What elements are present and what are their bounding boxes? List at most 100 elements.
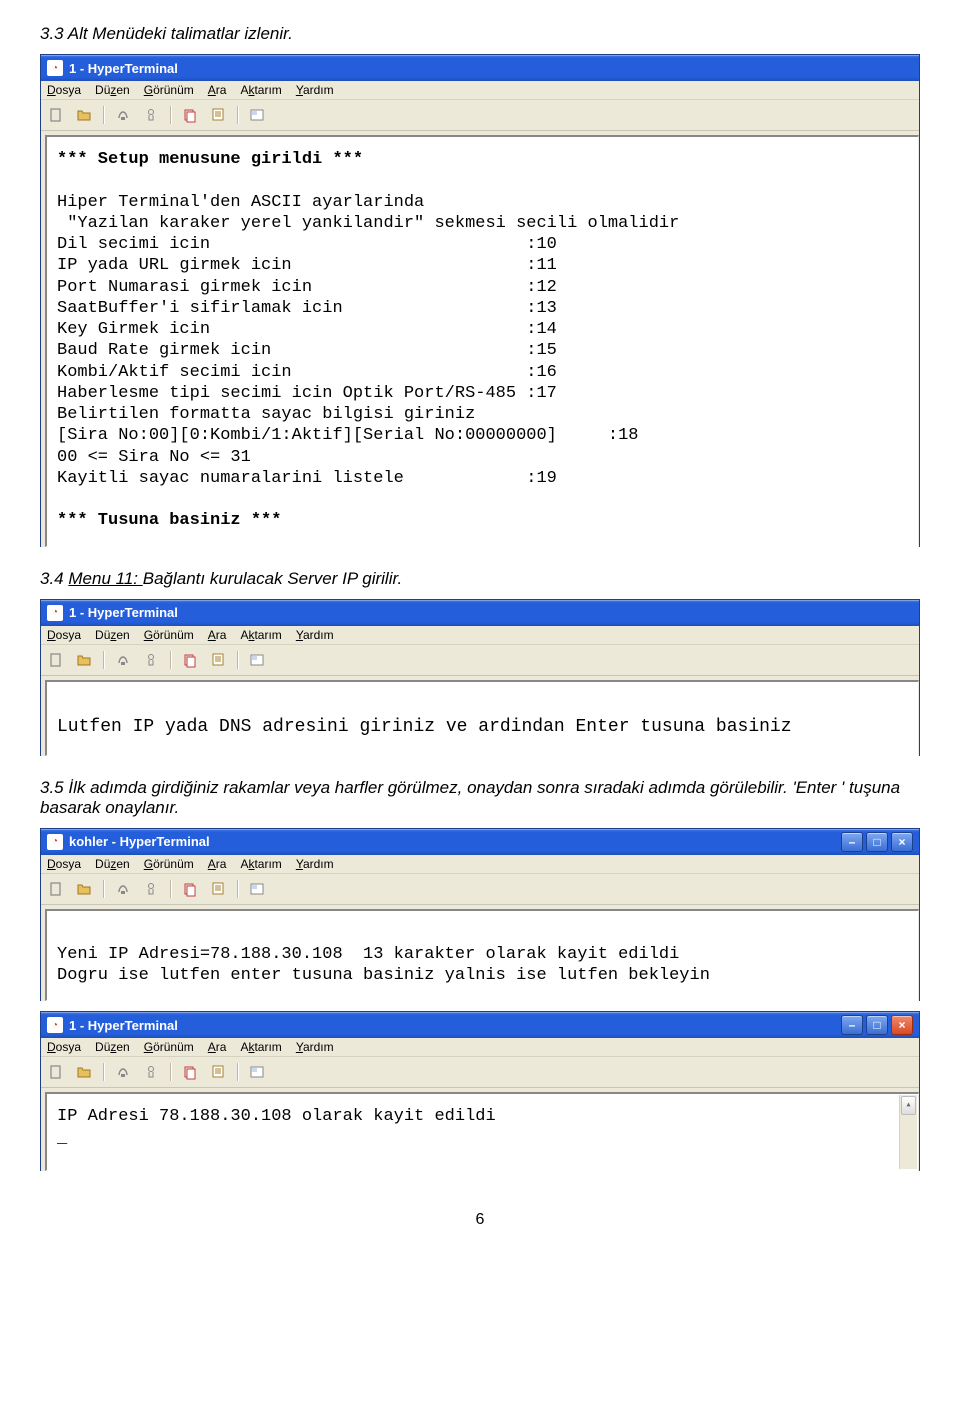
disconnect-icon[interactable]: [142, 880, 160, 898]
menu-aktarim[interactable]: Aktarım: [240, 857, 281, 871]
menu-duzen[interactable]: Düzen: [95, 1040, 130, 1054]
doc-step-3-3: 3.3 Alt Menüdeki talimatlar izlenir.: [40, 24, 920, 44]
new-file-icon[interactable]: [47, 106, 65, 124]
terminal-frame: Lutfen IP yada DNS adresini giriniz ve a…: [41, 676, 919, 756]
menu-gorunum[interactable]: Görünüm: [144, 628, 194, 642]
menu-duzen[interactable]: Düzen: [95, 83, 130, 97]
connect-icon[interactable]: [114, 1063, 132, 1081]
send-icon[interactable]: [181, 880, 199, 898]
connect-icon[interactable]: [114, 106, 132, 124]
receive-icon[interactable]: [209, 880, 227, 898]
properties-icon[interactable]: [248, 1063, 266, 1081]
properties-icon[interactable]: [248, 880, 266, 898]
properties-icon[interactable]: [248, 651, 266, 669]
menu-dosya[interactable]: Dosya: [47, 83, 81, 97]
toolbar: [41, 100, 919, 131]
titlebar[interactable]: ◔ kohler - HyperTerminal – □ ×: [41, 829, 919, 855]
close-button[interactable]: ×: [891, 1015, 913, 1035]
window-title: 1 - HyperTerminal: [69, 1018, 178, 1033]
titlebar[interactable]: ◔ 1 - HyperTerminal – □ ×: [41, 1012, 919, 1038]
menu-yardim[interactable]: Yardım: [296, 1040, 334, 1054]
disconnect-icon[interactable]: [142, 106, 160, 124]
separator: [170, 106, 171, 124]
open-folder-icon[interactable]: [75, 106, 93, 124]
app-icon: ◔: [47, 834, 63, 850]
receive-icon[interactable]: [209, 106, 227, 124]
open-folder-icon[interactable]: [75, 880, 93, 898]
titlebar[interactable]: ◔ 1 - HyperTerminal: [41, 600, 919, 626]
close-button[interactable]: ×: [891, 832, 913, 852]
menu-yardim[interactable]: Yardım: [296, 83, 334, 97]
maximize-button[interactable]: □: [866, 1015, 888, 1035]
open-folder-icon[interactable]: [75, 651, 93, 669]
menu-dosya[interactable]: Dosya: [47, 857, 81, 871]
terminal-output[interactable]: IP Adresi 78.188.30.108 olarak kayit edi…: [45, 1092, 919, 1171]
titlebar[interactable]: ◔ 1 - HyperTerminal: [41, 55, 919, 81]
window-title: 1 - HyperTerminal: [69, 605, 178, 620]
window-title: kohler - HyperTerminal: [69, 834, 210, 849]
hyperterminal-window-2: ◔ 1 - HyperTerminal Dosya Düzen Görünüm …: [40, 599, 920, 756]
menu-gorunum[interactable]: Görünüm: [144, 857, 194, 871]
menu-gorunum[interactable]: Görünüm: [144, 83, 194, 97]
app-icon: ◔: [47, 605, 63, 621]
open-folder-icon[interactable]: [75, 1063, 93, 1081]
disconnect-icon[interactable]: [142, 1063, 160, 1081]
app-icon: ◔: [47, 60, 63, 76]
separator: [103, 880, 104, 898]
disconnect-icon[interactable]: [142, 651, 160, 669]
terminal-body: Yeni IP Adresi=78.188.30.108 13 karakter…: [57, 945, 710, 985]
separator: [103, 651, 104, 669]
separator: [237, 651, 238, 669]
properties-icon[interactable]: [248, 106, 266, 124]
menu-duzen[interactable]: Düzen: [95, 628, 130, 642]
menu-aktarim[interactable]: Aktarım: [240, 1040, 281, 1054]
menu-ara[interactable]: Ara: [208, 628, 227, 642]
doc-step-3-5: 3.5 İlk adımda girdiğiniz rakamlar veya …: [40, 778, 920, 818]
maximize-button[interactable]: □: [866, 832, 888, 852]
minimize-button[interactable]: –: [841, 832, 863, 852]
doc-step-3-4: 3.4 Menu 11: Bağlantı kurulacak Server I…: [40, 569, 920, 589]
send-icon[interactable]: [181, 106, 199, 124]
menu-dosya[interactable]: Dosya: [47, 628, 81, 642]
menu-duzen[interactable]: Düzen: [95, 857, 130, 871]
app-icon: ◔: [47, 1017, 63, 1033]
terminal-output[interactable]: Yeni IP Adresi=78.188.30.108 13 karakter…: [45, 909, 919, 1002]
separator: [237, 880, 238, 898]
new-file-icon[interactable]: [47, 1063, 65, 1081]
menu-yardim[interactable]: Yardım: [296, 628, 334, 642]
minimize-button[interactable]: –: [841, 1015, 863, 1035]
menu-aktarim[interactable]: Aktarım: [240, 628, 281, 642]
receive-icon[interactable]: [209, 651, 227, 669]
separator: [103, 106, 104, 124]
connect-icon[interactable]: [114, 880, 132, 898]
terminal-bold-line: *** Setup menusune girildi ***: [57, 150, 363, 169]
menu-gorunum[interactable]: Görünüm: [144, 1040, 194, 1054]
menu-yardim[interactable]: Yardım: [296, 857, 334, 871]
terminal-frame: *** Setup menusune girildi *** Hiper Ter…: [41, 131, 919, 547]
hyperterminal-window-4: ◔ 1 - HyperTerminal – □ × Dosya Düzen Gö…: [40, 1011, 920, 1171]
menu-dosya[interactable]: Dosya: [47, 1040, 81, 1054]
menu-ara[interactable]: Ara: [208, 1040, 227, 1054]
window-title: 1 - HyperTerminal: [69, 61, 178, 76]
toolbar: [41, 874, 919, 905]
scroll-up-arrow[interactable]: ▴: [901, 1096, 916, 1115]
menubar: Dosya Düzen Görünüm Ara Aktarım Yardım: [41, 626, 919, 645]
vertical-scrollbar[interactable]: ▴ ▾: [899, 1095, 917, 1169]
toolbar: [41, 1057, 919, 1088]
connect-icon[interactable]: [114, 651, 132, 669]
new-file-icon[interactable]: [47, 880, 65, 898]
terminal-body: Lutfen IP yada DNS adresini giriniz ve a…: [57, 717, 792, 737]
menu-ara[interactable]: Ara: [208, 83, 227, 97]
menu-aktarim[interactable]: Aktarım: [240, 83, 281, 97]
toolbar: [41, 645, 919, 676]
terminal-frame: Yeni IP Adresi=78.188.30.108 13 karakter…: [41, 905, 919, 1002]
new-file-icon[interactable]: [47, 651, 65, 669]
send-icon[interactable]: [181, 1063, 199, 1081]
menu-ara[interactable]: Ara: [208, 857, 227, 871]
send-icon[interactable]: [181, 651, 199, 669]
receive-icon[interactable]: [209, 1063, 227, 1081]
terminal-output[interactable]: *** Setup menusune girildi *** Hiper Ter…: [45, 135, 919, 547]
terminal-body: IP Adresi 78.188.30.108 olarak kayit edi…: [57, 1107, 496, 1147]
separator: [170, 1063, 171, 1081]
terminal-output[interactable]: Lutfen IP yada DNS adresini giriniz ve a…: [45, 680, 919, 756]
